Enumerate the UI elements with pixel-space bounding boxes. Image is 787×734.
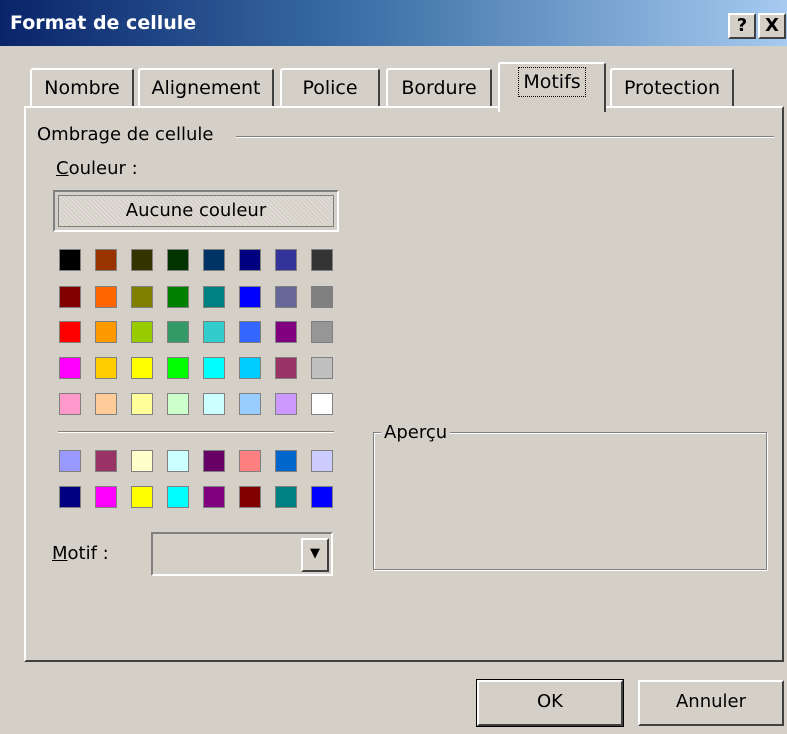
color-swatch[interactable] <box>131 286 153 308</box>
cancel-button[interactable]: Annuler <box>638 680 784 726</box>
color-swatch[interactable] <box>311 321 333 343</box>
color-swatch[interactable] <box>275 286 297 308</box>
pattern-label-accelerator: M <box>52 543 68 564</box>
tab-label: Police <box>302 77 358 99</box>
pattern-label-text: otif : <box>67 543 109 564</box>
color-swatch[interactable] <box>131 393 153 415</box>
color-swatch[interactable] <box>167 249 189 271</box>
chart-color-swatch[interactable] <box>239 486 261 508</box>
group-separator <box>236 136 774 138</box>
preview-label: Aperçu <box>381 424 451 442</box>
color-swatch[interactable] <box>275 321 297 343</box>
close-button[interactable]: X <box>758 13 786 39</box>
tab-protection[interactable]: Protection <box>610 68 734 106</box>
color-swatch[interactable] <box>167 357 189 379</box>
color-swatch[interactable] <box>59 393 81 415</box>
color-swatch[interactable] <box>167 321 189 343</box>
chart-color-swatch[interactable] <box>95 486 117 508</box>
tab-bordure[interactable]: Bordure <box>386 68 492 106</box>
color-swatch[interactable] <box>167 393 189 415</box>
cell-shading-group-label: Ombrage de cellule <box>37 124 220 145</box>
color-swatch[interactable] <box>239 393 261 415</box>
color-swatch[interactable] <box>95 286 117 308</box>
no-color-button[interactable]: Aucune couleur <box>53 190 339 232</box>
color-swatch[interactable] <box>311 393 333 415</box>
color-swatch[interactable] <box>203 286 225 308</box>
color-swatch[interactable] <box>239 357 261 379</box>
tab-label: Bordure <box>401 77 477 99</box>
color-swatch[interactable] <box>239 286 261 308</box>
color-swatch[interactable] <box>95 321 117 343</box>
color-label-accelerator: C <box>56 158 69 179</box>
tab-label: Protection <box>623 77 721 99</box>
chart-color-swatch[interactable] <box>131 486 153 508</box>
color-swatch[interactable] <box>167 286 189 308</box>
color-swatch[interactable] <box>311 357 333 379</box>
color-label-text: ouleur : <box>68 158 138 179</box>
color-swatch[interactable] <box>311 249 333 271</box>
ok-button[interactable]: OK <box>476 679 624 727</box>
chart-color-swatch[interactable] <box>59 450 81 472</box>
chart-color-swatch[interactable] <box>131 450 153 472</box>
color-swatch[interactable] <box>275 393 297 415</box>
color-swatch[interactable] <box>203 321 225 343</box>
color-swatch[interactable] <box>311 286 333 308</box>
color-swatch[interactable] <box>95 249 117 271</box>
color-swatch[interactable] <box>239 321 261 343</box>
chart-color-swatch[interactable] <box>59 486 81 508</box>
chart-color-swatch[interactable] <box>203 450 225 472</box>
pattern-label: Motif : <box>52 543 109 564</box>
tab-alignement[interactable]: Alignement <box>138 68 274 106</box>
color-swatch[interactable] <box>275 357 297 379</box>
tab-police[interactable]: Police <box>280 68 380 106</box>
color-swatch[interactable] <box>59 249 81 271</box>
color-swatch[interactable] <box>131 357 153 379</box>
color-swatch[interactable] <box>239 249 261 271</box>
color-swatch[interactable] <box>59 321 81 343</box>
color-swatch[interactable] <box>95 357 117 379</box>
color-swatch[interactable] <box>131 321 153 343</box>
tab-label: Motifs <box>518 67 586 97</box>
color-swatch[interactable] <box>203 249 225 271</box>
dropdown-arrow-icon[interactable]: ▼ <box>301 538 329 572</box>
pattern-dropdown[interactable]: ▼ <box>151 532 333 576</box>
chart-color-swatch[interactable] <box>239 450 261 472</box>
tab-label: Alignement <box>151 77 261 99</box>
palette-divider <box>58 431 334 433</box>
tab-nombre[interactable]: Nombre <box>30 68 134 106</box>
chart-color-swatch[interactable] <box>167 450 189 472</box>
color-label: Couleur : <box>56 158 138 179</box>
chart-color-swatch[interactable] <box>275 486 297 508</box>
color-swatch[interactable] <box>59 286 81 308</box>
color-swatch[interactable] <box>203 393 225 415</box>
tab-label: Nombre <box>44 77 120 99</box>
preview-box <box>373 432 767 570</box>
color-swatch[interactable] <box>59 357 81 379</box>
color-swatch[interactable] <box>95 393 117 415</box>
chart-color-swatch[interactable] <box>311 450 333 472</box>
no-color-label: Aucune couleur <box>58 195 334 227</box>
color-swatch[interactable] <box>203 357 225 379</box>
color-swatch[interactable] <box>275 249 297 271</box>
chart-color-swatch[interactable] <box>311 486 333 508</box>
title-bar: Format de cellule ? X <box>0 0 787 46</box>
tab-motifs[interactable]: Motifs <box>498 62 606 112</box>
help-button[interactable]: ? <box>728 13 756 39</box>
chart-color-swatch[interactable] <box>203 486 225 508</box>
window-title: Format de cellule <box>10 12 197 34</box>
chart-color-swatch[interactable] <box>275 450 297 472</box>
chart-color-swatch[interactable] <box>167 486 189 508</box>
color-swatch[interactable] <box>131 249 153 271</box>
chart-color-swatch[interactable] <box>95 450 117 472</box>
